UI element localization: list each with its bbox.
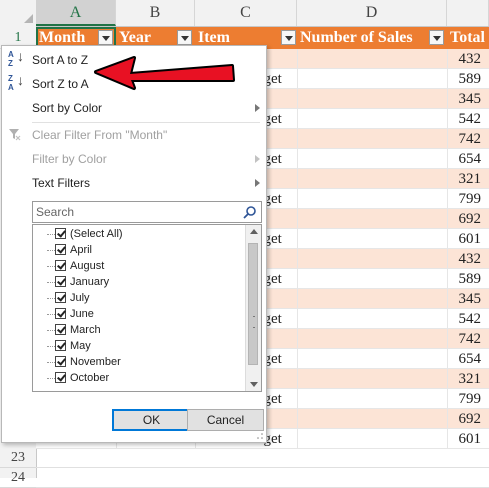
sales-cell[interactable]: 799	[295, 389, 482, 409]
sort-z-to-a-label: Sort Z to A	[32, 77, 89, 91]
sales-cell[interactable]: 542	[295, 309, 482, 329]
clear-filter-item: Clear Filter From "Month"	[2, 123, 266, 147]
filter-value-label: May	[70, 340, 91, 352]
sales-cell[interactable]: 692	[295, 209, 482, 229]
sort-ascending-icon: A Z ↓	[8, 48, 24, 68]
scroll-up-icon[interactable]	[250, 229, 258, 234]
sales-cell[interactable]: 742	[295, 329, 482, 349]
filter-value-label: October	[70, 372, 110, 384]
sales-cell[interactable]: 321	[295, 369, 482, 389]
blank-row-24[interactable]	[36, 468, 489, 488]
submenu-arrow-icon	[255, 104, 260, 112]
ok-button[interactable]: OK	[112, 409, 191, 431]
item-filter-button[interactable]	[281, 30, 296, 45]
sales-cell[interactable]: 432	[295, 249, 482, 269]
checkbox-checked-icon[interactable]	[55, 372, 66, 383]
filter-value-label: August	[70, 260, 105, 272]
column-header-d[interactable]: D	[297, 0, 447, 26]
column-header-c[interactable]: C	[195, 0, 297, 26]
year-filter-button[interactable]	[177, 30, 192, 45]
autofilter-dropdown: A Z ↓ Sort A to Z Z A ↓ Sort Z to A Sort by …	[1, 45, 267, 443]
row-header-23[interactable]: 23	[0, 448, 36, 468]
filter-value-label: June	[70, 308, 94, 320]
header-sales[interactable]: Number of Sales	[297, 27, 447, 49]
sort-a-to-z-item[interactable]: A Z ↓ Sort A to Z	[2, 48, 266, 72]
sales-cell[interactable]: 321	[295, 169, 482, 189]
sales-cell[interactable]: 601	[295, 229, 482, 249]
text-filters-label: Text Filters	[32, 176, 91, 190]
header-month-label: Month	[39, 29, 86, 46]
header-total[interactable]: Total	[447, 27, 489, 49]
clear-filter-icon	[9, 129, 21, 141]
row-header-24[interactable]: 24	[0, 468, 36, 488]
checkbox-checked-icon[interactable]	[55, 324, 66, 335]
checkbox-checked-icon[interactable]	[55, 276, 66, 287]
checkbox-checked-icon[interactable]	[55, 292, 66, 303]
search-placeholder: Search	[36, 205, 75, 219]
sales-cell[interactable]: 542	[295, 109, 482, 129]
column-header-bar: A B C D	[0, 0, 489, 27]
submenu-arrow-icon	[255, 155, 260, 163]
sales-cell[interactable]: 601	[295, 429, 482, 449]
checkbox-checked-icon[interactable]	[55, 228, 66, 239]
header-total-label: Total	[450, 29, 485, 46]
header-sales-label: Number of Sales	[300, 29, 413, 46]
header-year-label: Year	[119, 29, 151, 46]
checkbox-checked-icon[interactable]	[55, 308, 66, 319]
sort-z-to-a-item[interactable]: Z A ↓ Sort Z to A	[2, 72, 266, 96]
sort-by-color-item[interactable]: Sort by Color	[2, 96, 266, 120]
sales-filter-button[interactable]	[429, 30, 444, 45]
select-all-corner[interactable]	[0, 0, 37, 26]
sales-cell[interactable]: 432	[295, 49, 482, 69]
sales-cell[interactable]: 589	[295, 69, 482, 89]
scroll-down-icon[interactable]	[250, 382, 258, 387]
sales-cell[interactable]: 654	[295, 149, 482, 169]
filter-value-label: July	[70, 292, 90, 304]
filter-value-label: April	[70, 244, 93, 256]
checkbox-checked-icon[interactable]	[55, 260, 66, 271]
filter-value-label: (Select All)	[70, 228, 123, 240]
filter-value-label: November	[70, 356, 121, 368]
sales-cell[interactable]: 742	[295, 129, 482, 149]
filter-by-color-item: Filter by Color	[2, 147, 266, 171]
sort-a-to-z-label: Sort A to Z	[32, 53, 89, 67]
column-header-b[interactable]: B	[116, 0, 195, 26]
sort-descending-icon: Z A ↓	[8, 72, 24, 92]
search-input[interactable]: Search	[32, 201, 262, 223]
checkbox-checked-icon[interactable]	[55, 244, 66, 255]
filter-value-label: January	[70, 276, 110, 288]
search-icon	[243, 206, 256, 219]
sales-cell[interactable]: 692	[295, 409, 482, 429]
submenu-arrow-icon	[255, 179, 260, 187]
column-header-a[interactable]: A	[36, 0, 116, 26]
sort-by-color-label: Sort by Color	[32, 101, 103, 115]
checkbox-checked-icon[interactable]	[55, 356, 66, 367]
blank-row-23[interactable]	[36, 448, 489, 468]
month-filter-button[interactable]	[98, 30, 113, 45]
list-scrollbar[interactable]	[245, 225, 261, 391]
column-header-e[interactable]	[447, 0, 489, 26]
cancel-button[interactable]: Cancel	[187, 409, 264, 431]
text-filters-item[interactable]: Text Filters	[2, 171, 266, 195]
sales-cell[interactable]: 589	[295, 269, 482, 289]
clear-filter-label: Clear Filter From "Month"	[32, 128, 168, 142]
checkbox-checked-icon[interactable]	[55, 340, 66, 351]
filter-values-list[interactable]: (Select All) April August January July June Ma…	[32, 224, 262, 392]
sales-cell[interactable]: 799	[295, 189, 482, 209]
filter-by-color-label: Filter by Color	[32, 152, 107, 166]
scroll-thumb[interactable]	[248, 243, 258, 365]
resize-grip-icon[interactable]	[256, 432, 264, 440]
filter-value-label: March	[70, 324, 101, 336]
sales-cell[interactable]: 345	[295, 89, 482, 109]
header-item-label: Item	[198, 29, 230, 46]
sales-cell[interactable]: 654	[295, 349, 482, 369]
sales-cell[interactable]: 345	[295, 289, 482, 309]
